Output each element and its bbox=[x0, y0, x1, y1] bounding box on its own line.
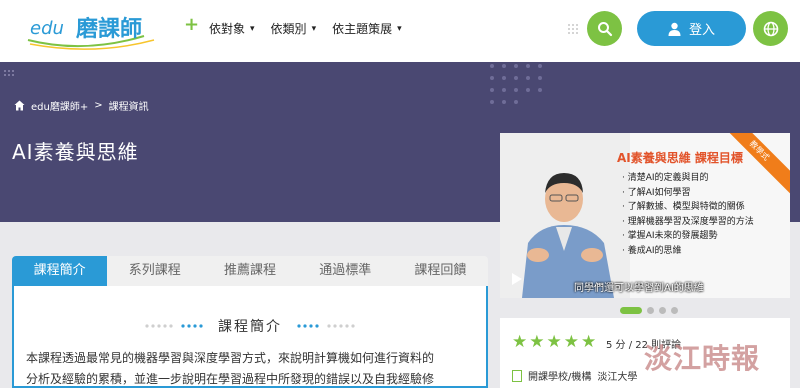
star-icon: ★ bbox=[581, 332, 597, 352]
video-title: AI素養與思維 課程目標 bbox=[617, 151, 743, 165]
breadcrumb-separator: > bbox=[94, 100, 103, 111]
pager-dot[interactable] bbox=[659, 307, 666, 314]
breadcrumb: edu磨課師+ > 課程資訊 bbox=[14, 98, 149, 113]
decorative-dots-icon bbox=[297, 324, 355, 328]
school-info: 開課學校/機構 淡江大學 bbox=[512, 368, 637, 383]
tab-recommended-courses[interactable]: 推薦課程 bbox=[202, 256, 297, 286]
star-icon: ★ bbox=[512, 332, 528, 352]
objective-item: · 了解AI如何學習 bbox=[622, 187, 691, 198]
chevron-down-icon: ▾ bbox=[397, 23, 402, 34]
svg-text:磨課師: 磨課師 bbox=[76, 16, 142, 42]
main-nav: 依對象 ▾ 依類別 ▾ 依主題策展 ▾ bbox=[209, 20, 402, 37]
course-video[interactable]: 教學式 AI素養與思維 課程目標 · 清楚AI的定義與目的 · 了解AI如何學習… bbox=[500, 133, 790, 298]
nav-by-theme[interactable]: 依主題策展 ▾ bbox=[332, 20, 402, 37]
intro-panel: 課程簡介 本課程透過最常見的機器學習與深度學習方式，來說明計算機如何進行資料的 … bbox=[12, 286, 488, 388]
nav-label: 依對象 bbox=[209, 22, 246, 36]
section-heading-text: 課程簡介 bbox=[218, 319, 282, 335]
pager-dot-active[interactable] bbox=[620, 307, 642, 314]
nav-by-category[interactable]: 依類別 ▾ bbox=[271, 20, 317, 37]
rating-stars: ★ ★ ★ ★ ★ bbox=[512, 334, 596, 351]
tab-series-courses[interactable]: 系列課程 bbox=[107, 256, 202, 286]
nav-label: 依主題策展 bbox=[332, 22, 393, 36]
svg-text:edu: edu bbox=[30, 18, 64, 39]
school-value[interactable]: 淡江大學 bbox=[597, 368, 637, 383]
watermark: 淡江時報 bbox=[644, 342, 761, 375]
description-line: 分析及經驗的累積，並進一步說明在學習過程中所發現的錯誤以及自我經驗修 bbox=[26, 372, 435, 386]
login-button[interactable]: 登入 bbox=[637, 11, 746, 46]
decorative-dots-icon bbox=[145, 324, 203, 328]
course-tabs: 課程簡介 系列課程 推薦課程 通過標準 課程回饋 bbox=[12, 256, 488, 286]
section-heading: 課程簡介 bbox=[14, 316, 486, 336]
objectives-list: · 清楚AI的定義與目的 · 了解AI如何學習 · 了解數據、模型與特徵的關係 … bbox=[622, 171, 754, 258]
nav-by-audience[interactable]: 依對象 ▾ bbox=[209, 20, 255, 37]
site-header: edu 磨課師 + 依對象 ▾ 依類別 ▾ 依主題策展 ▾ 登入 bbox=[0, 0, 800, 62]
globe-icon bbox=[763, 21, 778, 36]
objective-item: · 理解機器學習及深度學習的方法 bbox=[622, 216, 754, 227]
chevron-down-icon: ▾ bbox=[311, 23, 317, 34]
star-icon: ★ bbox=[563, 332, 579, 352]
breadcrumb-current: 課程資訊 bbox=[108, 102, 149, 113]
course-description: 本課程透過最常見的機器學習與深度學習方式，來說明計算機如何進行資料的 分析及經驗… bbox=[26, 348, 476, 388]
svg-text:+: + bbox=[184, 14, 199, 35]
tab-passing-criteria[interactable]: 通過標準 bbox=[298, 256, 393, 286]
description-line: 本課程透過最常見的機器學習與深度學習方式，來說明計算機如何進行資料的 bbox=[26, 351, 435, 365]
star-icon: ★ bbox=[546, 332, 562, 352]
search-button[interactable] bbox=[587, 11, 622, 46]
video-frame: 教學式 AI素養與思維 課程目標 · 清楚AI的定義與目的 · 了解AI如何學習… bbox=[500, 133, 790, 298]
carousel-pager bbox=[620, 307, 678, 314]
decorative-dots-icon bbox=[568, 24, 578, 34]
search-icon bbox=[597, 21, 612, 36]
objective-item: · 掌握AI未來的發展趨勢 bbox=[622, 231, 718, 241]
breadcrumb-home-link[interactable]: edu磨課師+ bbox=[31, 98, 88, 113]
home-icon[interactable] bbox=[14, 100, 25, 111]
user-icon bbox=[668, 22, 681, 36]
nav-label: 依類別 bbox=[270, 22, 307, 36]
decorative-dots-icon bbox=[4, 70, 14, 76]
pager-dot[interactable] bbox=[647, 307, 654, 314]
decorative-dots-icon bbox=[490, 64, 542, 104]
objective-item: · 了解數據、模型與特徵的關係 bbox=[622, 202, 745, 212]
pager-dot[interactable] bbox=[671, 307, 678, 314]
login-label: 登入 bbox=[688, 23, 715, 38]
page-title: AI素養與思維 bbox=[12, 140, 139, 164]
site-logo[interactable]: edu 磨課師 + bbox=[24, 10, 204, 50]
play-icon[interactable] bbox=[512, 273, 522, 285]
video-subtitle: 同學們還可以學習到AI的思維 bbox=[574, 283, 704, 294]
tab-course-intro[interactable]: 課程簡介 bbox=[12, 256, 108, 286]
chevron-down-icon: ▾ bbox=[250, 23, 255, 34]
tab-course-feedback[interactable]: 課程回饋 bbox=[393, 256, 488, 286]
language-button[interactable] bbox=[753, 11, 788, 46]
star-icon: ★ bbox=[529, 332, 545, 352]
objective-item: · 清楚AI的定義與目的 bbox=[622, 173, 709, 183]
school-label: 開課學校/機構 bbox=[528, 372, 592, 383]
building-icon bbox=[512, 369, 522, 382]
objective-item: · 養成AI的思維 bbox=[622, 245, 682, 256]
